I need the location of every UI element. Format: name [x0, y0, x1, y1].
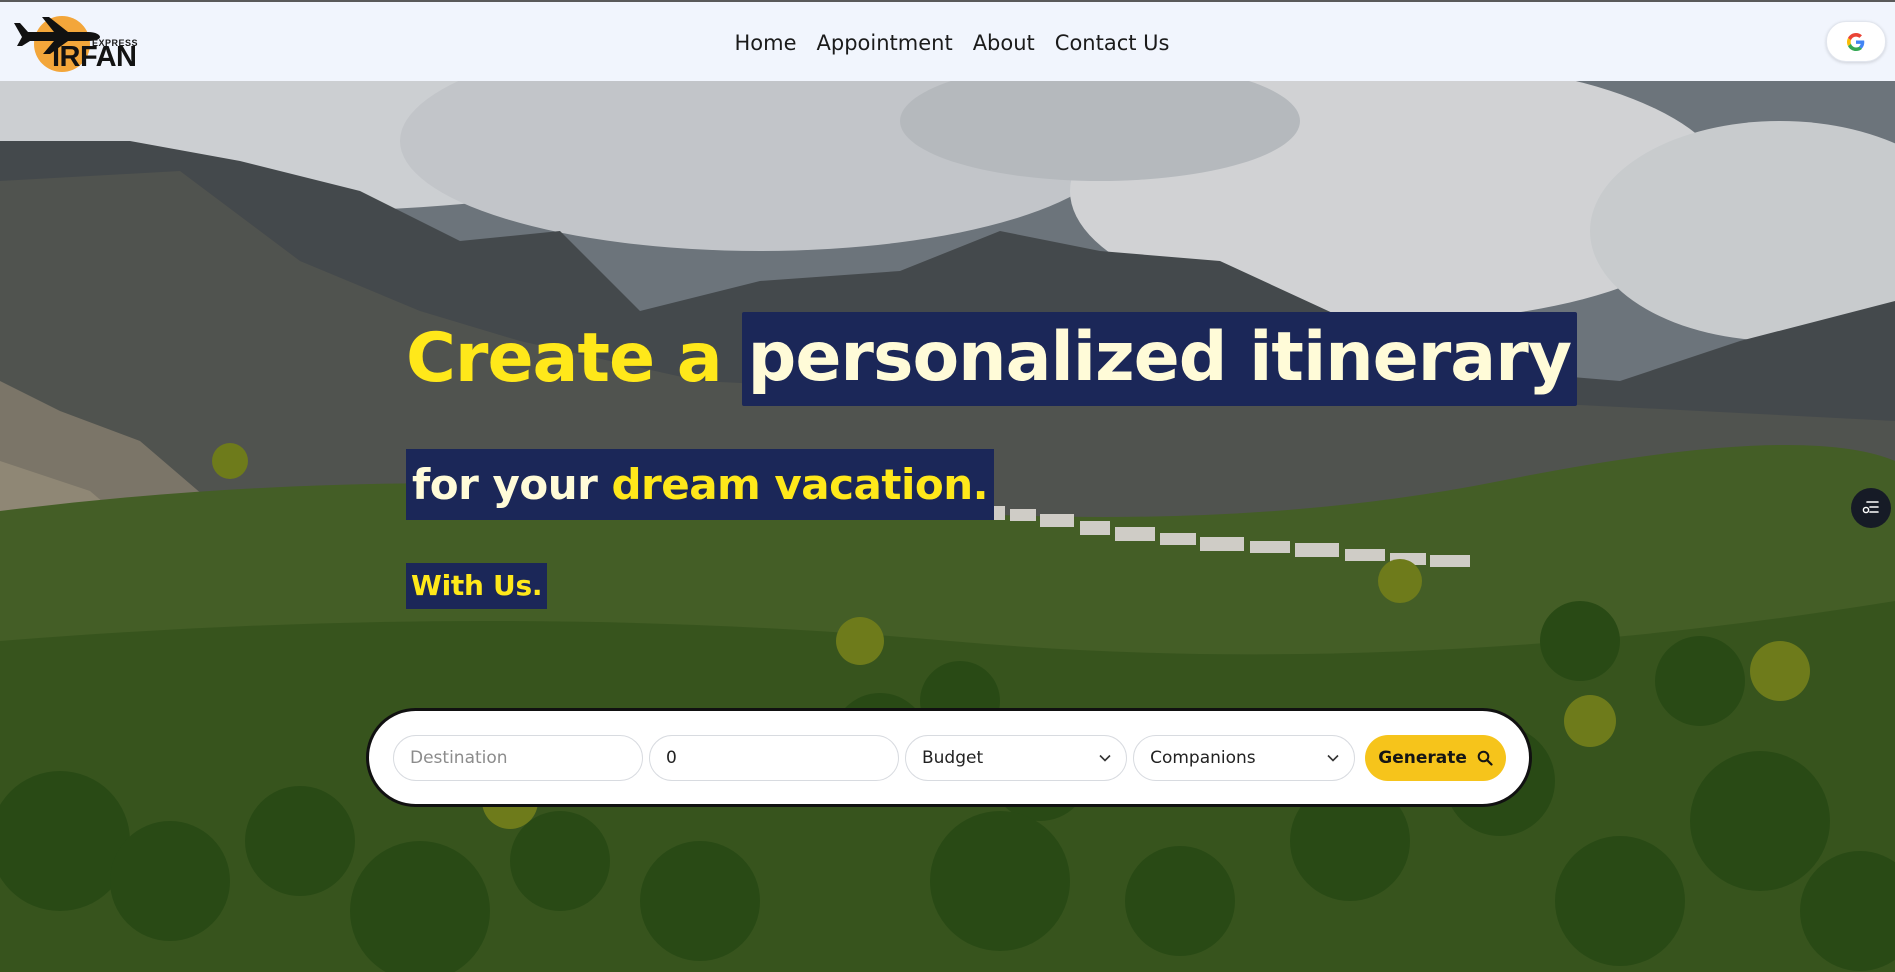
- mountain-landscape-image: [0, 81, 1895, 972]
- companions-select[interactable]: Companions: [1133, 734, 1356, 781]
- days-input[interactable]: [649, 734, 899, 781]
- nav-home[interactable]: Home: [735, 31, 797, 55]
- nav-contact-us[interactable]: Contact Us: [1055, 31, 1170, 55]
- filter-list-icon: [1862, 501, 1879, 514]
- search-icon: [1477, 750, 1493, 766]
- itinerary-search-bar: Budget Companions Generate: [366, 708, 1532, 807]
- hero-subheadline-highlight: dream vacation.: [611, 460, 989, 509]
- chevron-down-icon: [1327, 754, 1339, 762]
- hero-headline-plain: Create a: [406, 319, 723, 398]
- hero-subheadline-plain: for your: [412, 460, 598, 509]
- google-sign-in-button[interactable]: [1826, 21, 1886, 62]
- hero-headline-highlight: personalized itinerary: [741, 312, 1578, 406]
- destination-input[interactable]: [393, 734, 643, 781]
- budget-select[interactable]: Budget: [905, 734, 1128, 781]
- chevron-down-icon: [1099, 754, 1111, 762]
- generate-button-label: Generate: [1378, 747, 1467, 768]
- hero-headline-line-1: Create a personalized itinerary: [406, 312, 1578, 406]
- side-menu-button[interactable]: [1851, 488, 1891, 528]
- budget-select-label: Budget: [922, 747, 984, 768]
- google-icon: [1847, 32, 1865, 51]
- nav-appointment[interactable]: Appointment: [817, 31, 953, 55]
- nav-about[interactable]: About: [973, 31, 1035, 55]
- hero-section: Create a personalized itinerary for your…: [0, 81, 1895, 972]
- hero-headline-line-2: for your dream vacation.: [406, 449, 995, 520]
- companions-select-label: Companions: [1150, 747, 1256, 768]
- hero-tagline: With Us.: [406, 563, 548, 609]
- main-nav: Home Appointment About Contact Us: [0, 2, 1895, 83]
- site-header: EXPRESS IRFAN Home Appointment About Con…: [0, 0, 1895, 81]
- generate-button[interactable]: Generate: [1365, 734, 1506, 781]
